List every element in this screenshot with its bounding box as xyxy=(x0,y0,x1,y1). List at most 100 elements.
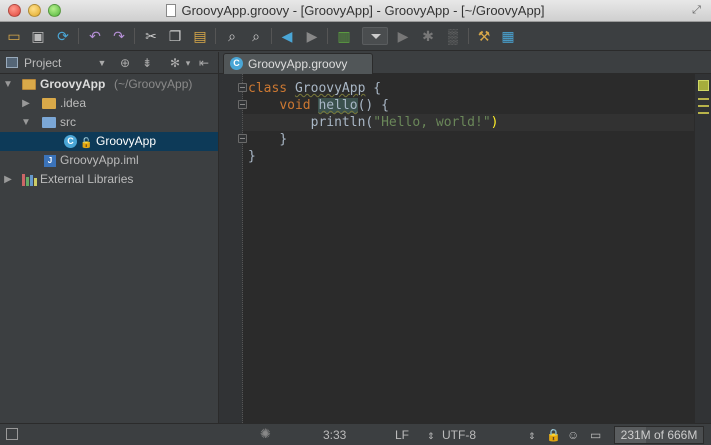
memory-label: 231M of 666M xyxy=(620,428,698,442)
lock-icon[interactable]: 🔒 xyxy=(546,428,561,442)
tree-item-groovyapp-class[interactable]: C 🔓 GroovyApp xyxy=(0,132,218,151)
tab-groovyapp-groovy[interactable]: C GroovyApp.groovy xyxy=(223,53,373,74)
code-line: void hello() { xyxy=(248,97,498,114)
class-name-token: GroovyApp xyxy=(294,81,366,96)
code-token: () { xyxy=(357,98,389,113)
warning-marker[interactable] xyxy=(698,105,709,107)
file-encoding[interactable]: UTF-8 xyxy=(442,428,476,442)
event-log-icon[interactable]: ▭ xyxy=(590,428,601,442)
project-panel-title[interactable]: Project xyxy=(24,56,61,70)
find-icon[interactable]: ⌕ xyxy=(222,26,242,46)
collapse-all-icon[interactable]: ⇟ xyxy=(139,55,155,71)
editor-tabs: C GroovyApp.groovy xyxy=(219,52,711,74)
chevron-down-icon[interactable]: ▼ xyxy=(20,113,32,132)
module-folder-icon xyxy=(22,79,36,90)
tree-item-external-libraries[interactable]: ▶ External Libraries xyxy=(0,170,218,189)
cut-icon[interactable]: ✂ xyxy=(141,26,161,46)
tree-item-path: (~/GroovyApp) xyxy=(114,77,193,91)
project-panel-header: Project ▼ ⊕ ⇟ ✻ ▾ ⇤ xyxy=(0,52,218,74)
toggle-tool-windows-icon[interactable] xyxy=(6,428,18,440)
brace-token: { xyxy=(365,81,382,96)
tree-item-idea[interactable]: ▶ .idea xyxy=(0,94,218,113)
project-structure-icon[interactable]: ▦ xyxy=(498,26,518,46)
project-tree: ▼ GroovyApp (~/GroovyApp) ▶ .idea ▼ src … xyxy=(0,74,218,423)
editor-gutter[interactable] xyxy=(219,74,243,423)
hide-panel-icon[interactable]: ⇤ xyxy=(196,55,212,71)
keyword-token: void xyxy=(279,98,311,113)
folder-open-icon[interactable]: ▭ xyxy=(4,26,24,46)
fullscreen-icon[interactable]: ⤢ xyxy=(690,4,703,17)
tree-item-label: External Libraries xyxy=(40,172,134,186)
warning-marker[interactable] xyxy=(698,112,709,114)
string-token: "Hello, world!" xyxy=(373,115,491,130)
run-icon[interactable]: ▶ xyxy=(393,26,413,46)
caret-position[interactable]: 3:33 xyxy=(323,428,346,442)
title-bar: GroovyApp.groovy - [GroovyApp] - GroovyA… xyxy=(0,0,711,22)
tree-item-src[interactable]: ▼ src xyxy=(0,113,218,132)
chevron-up-down-icon[interactable]: ⇕ xyxy=(528,429,536,443)
code-token: } xyxy=(248,149,256,164)
code-line: } xyxy=(248,148,498,165)
gear-dropdown-icon[interactable]: ▾ xyxy=(180,55,196,71)
copy-icon[interactable]: ❐ xyxy=(165,26,185,46)
scroll-from-source-icon[interactable]: ⊕ xyxy=(117,55,133,71)
fold-marker-icon[interactable] xyxy=(238,100,247,109)
inspection-status-icon[interactable] xyxy=(698,80,709,91)
back-icon[interactable]: ◀ xyxy=(277,26,297,46)
progress-spinner-icon: ✺ xyxy=(260,426,271,441)
toolbar-separator xyxy=(468,28,469,44)
build-icon[interactable]: ▥ xyxy=(334,26,354,46)
code-line: class GroovyApp { xyxy=(248,80,498,97)
tree-item-label: src xyxy=(60,115,76,129)
libraries-icon xyxy=(22,174,37,186)
code-token: println( xyxy=(310,115,374,130)
chevron-up-down-icon[interactable]: ⇕ xyxy=(427,429,435,443)
toolbar-separator xyxy=(271,28,272,44)
paste-icon[interactable]: ▤ xyxy=(190,26,210,46)
coverage-icon[interactable]: ▒ xyxy=(443,26,463,46)
folder-icon xyxy=(42,98,56,109)
find-replace-icon[interactable]: ⌕ xyxy=(246,26,266,46)
code-text[interactable]: class GroovyApp { void hello() { println… xyxy=(248,80,498,165)
sync-icon[interactable]: ⟳ xyxy=(53,26,73,46)
memory-indicator[interactable]: 231M of 666M xyxy=(614,426,704,444)
line-separator[interactable]: LF xyxy=(395,428,409,442)
code-line: println("Hello, world!") xyxy=(248,114,499,131)
undo-icon[interactable]: ↶ xyxy=(85,26,105,46)
chevron-down-icon xyxy=(371,34,381,39)
forward-icon[interactable]: ▶ xyxy=(302,26,322,46)
toolbar-separator xyxy=(327,28,328,44)
hector-icon[interactable]: ☺ xyxy=(567,428,579,442)
chevron-right-icon[interactable]: ▶ xyxy=(20,94,32,113)
toolbar-separator xyxy=(215,28,216,44)
error-stripe[interactable] xyxy=(694,74,711,423)
code-editor[interactable]: class GroovyApp { void hello() { println… xyxy=(219,74,694,423)
tree-item-iml[interactable]: J GroovyApp.iml xyxy=(0,151,218,170)
code-token: } xyxy=(279,132,288,147)
settings-icon[interactable]: ⚒ xyxy=(474,26,494,46)
method-name-token: hello xyxy=(318,98,358,113)
source-folder-icon xyxy=(42,117,56,128)
chevron-down-icon[interactable]: ▼ xyxy=(94,55,110,71)
groovy-class-icon: C xyxy=(64,135,77,148)
code-line: } xyxy=(248,131,498,148)
keyword-token: class xyxy=(248,81,288,96)
status-bar: ✺ 3:33 LF ⇕ UTF-8 ⇕ 🔒 ☺ ▭ 231M of 666M xyxy=(0,423,711,445)
project-view-icon xyxy=(6,57,18,68)
redo-icon[interactable]: ↷ xyxy=(109,26,129,46)
fold-marker-icon[interactable] xyxy=(238,134,247,143)
iml-file-icon: J xyxy=(44,155,56,167)
debug-icon[interactable]: ✱ xyxy=(418,26,438,46)
toolbar-separator xyxy=(134,28,135,44)
chevron-right-icon[interactable]: ▶ xyxy=(2,170,14,189)
tab-label: GroovyApp.groovy xyxy=(248,57,348,71)
code-token: ) xyxy=(490,115,499,130)
run-config-dropdown[interactable] xyxy=(362,27,388,45)
tree-item-groovyapp-module[interactable]: ▼ GroovyApp (~/GroovyApp) xyxy=(0,75,218,94)
tree-item-label: GroovyApp.iml xyxy=(60,153,139,167)
chevron-down-icon[interactable]: ▼ xyxy=(2,75,14,94)
document-icon xyxy=(166,4,177,17)
save-icon[interactable]: ▣ xyxy=(28,26,48,46)
warning-marker[interactable] xyxy=(698,98,709,100)
fold-marker-icon[interactable] xyxy=(238,83,247,92)
